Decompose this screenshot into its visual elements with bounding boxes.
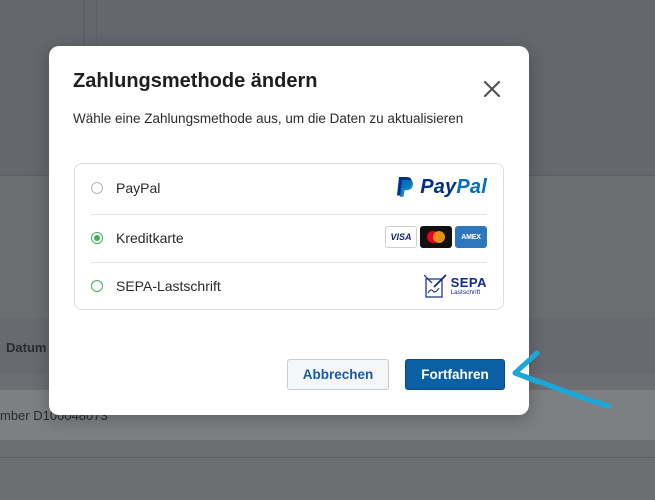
payment-options-list: PayPal PayPal Kreditkarte VISA AMEX SEPA… — [74, 163, 504, 310]
background-separator — [0, 457, 655, 458]
radio-credit-card[interactable] — [91, 232, 103, 244]
payment-option-credit-card[interactable]: Kreditkarte VISA AMEX — [91, 214, 487, 263]
dialog-title: Zahlungsmethode ändern — [73, 70, 318, 92]
payment-option-sepa[interactable]: SEPA-Lastschrift SEPA Lastschrift — [91, 262, 487, 311]
paypal-icon — [397, 177, 414, 197]
payment-option-label: SEPA-Lastschrift — [116, 278, 221, 294]
annotation-arrow-icon — [512, 350, 612, 409]
sepa-wordmark: SEPA Lastschrift — [450, 274, 487, 296]
close-button[interactable] — [481, 78, 503, 100]
dialog-subtitle: Wähle eine Zahlungsmethode aus, um die D… — [73, 111, 464, 126]
close-icon — [483, 80, 501, 98]
paypal-logo: PayPal — [395, 175, 487, 199]
mastercard-logo — [420, 226, 452, 248]
radio-paypal[interactable] — [91, 182, 103, 194]
sepa-signature-icon — [423, 274, 447, 298]
payment-option-label: PayPal — [116, 180, 161, 196]
credit-card-logos: VISA AMEX — [385, 226, 487, 248]
visa-logo: VISA — [385, 226, 417, 248]
payment-option-paypal[interactable]: PayPal PayPal — [91, 165, 487, 213]
amex-logo: AMEX — [455, 226, 487, 248]
background-table-header-label: Datum — [6, 340, 47, 355]
paypal-wordmark: PayPal — [420, 175, 487, 198]
sepa-logo: SEPA Lastschrift — [423, 273, 487, 299]
radio-sepa[interactable] — [91, 280, 103, 292]
cancel-button[interactable]: Abbrechen — [287, 359, 389, 390]
payment-option-label: Kreditkarte — [116, 230, 184, 246]
payment-method-dialog: Zahlungsmethode ändern Wähle eine Zahlun… — [49, 46, 529, 415]
continue-button[interactable]: Fortfahren — [405, 359, 505, 390]
